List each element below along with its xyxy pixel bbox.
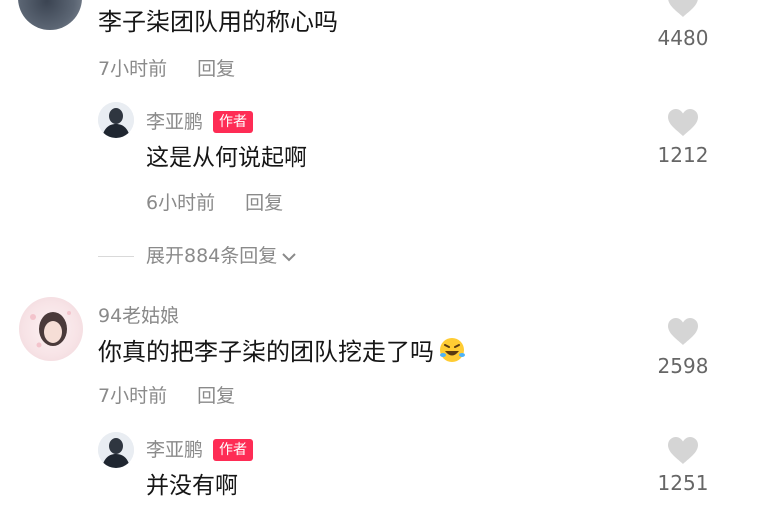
commenter-username[interactable]: 94老姑娘 xyxy=(98,304,179,328)
comment-text: 你真的把李子柒的团队挖走了吗 xyxy=(98,336,466,368)
comment-time: 7小时前 xyxy=(98,58,168,80)
heart-icon[interactable] xyxy=(666,0,700,18)
heart-icon[interactable] xyxy=(666,107,700,137)
comment-time: 7小时前 xyxy=(98,385,168,407)
comment-meta: 7小时前 回复 xyxy=(98,57,235,81)
reply-username[interactable]: 李亚鹏 xyxy=(146,111,203,133)
reply-button[interactable]: 回复 xyxy=(245,192,283,214)
author-avatar[interactable] xyxy=(98,432,134,468)
like-count: 1212 xyxy=(657,143,709,167)
author-badge: 作者 xyxy=(213,439,254,461)
reply-text: 并没有啊 xyxy=(146,473,238,499)
reply-text: 这是从何说起啊 xyxy=(146,145,307,171)
comment-meta: 7小时前 回复 xyxy=(98,384,235,408)
heart-icon[interactable] xyxy=(666,435,700,465)
author-avatar[interactable] xyxy=(98,102,134,138)
like-count: 1251 xyxy=(657,471,709,495)
expand-replies-label: 展开884条回复 xyxy=(146,245,278,267)
commenter-avatar[interactable] xyxy=(19,297,83,361)
reply-author: 李亚鹏 作者 xyxy=(146,110,254,134)
expand-divider xyxy=(98,256,134,257)
reply-button[interactable]: 回复 xyxy=(197,58,235,80)
reply-author: 李亚鹏 作者 xyxy=(146,438,254,462)
rolling-on-floor-laughing-emoji xyxy=(440,338,465,362)
commenter-avatar[interactable] xyxy=(18,0,82,30)
like-count: 2598 xyxy=(657,354,709,378)
comment-text-content: 你真的把李子柒的团队挖走了吗 xyxy=(98,338,434,366)
reply-meta: 6小时前 回复 xyxy=(146,191,283,215)
reply-time: 6小时前 xyxy=(146,192,216,214)
expand-replies-button[interactable]: 展开884条回复 xyxy=(146,243,297,269)
chevron-down-icon xyxy=(282,252,296,261)
reply-button[interactable]: 回复 xyxy=(197,385,235,407)
comment-text: 李子柒团队用的称心吗 xyxy=(98,8,338,36)
heart-icon[interactable] xyxy=(666,316,700,346)
reply-username[interactable]: 李亚鹏 xyxy=(146,439,203,461)
like-count: 4480 xyxy=(657,26,709,50)
author-badge: 作者 xyxy=(213,111,254,133)
